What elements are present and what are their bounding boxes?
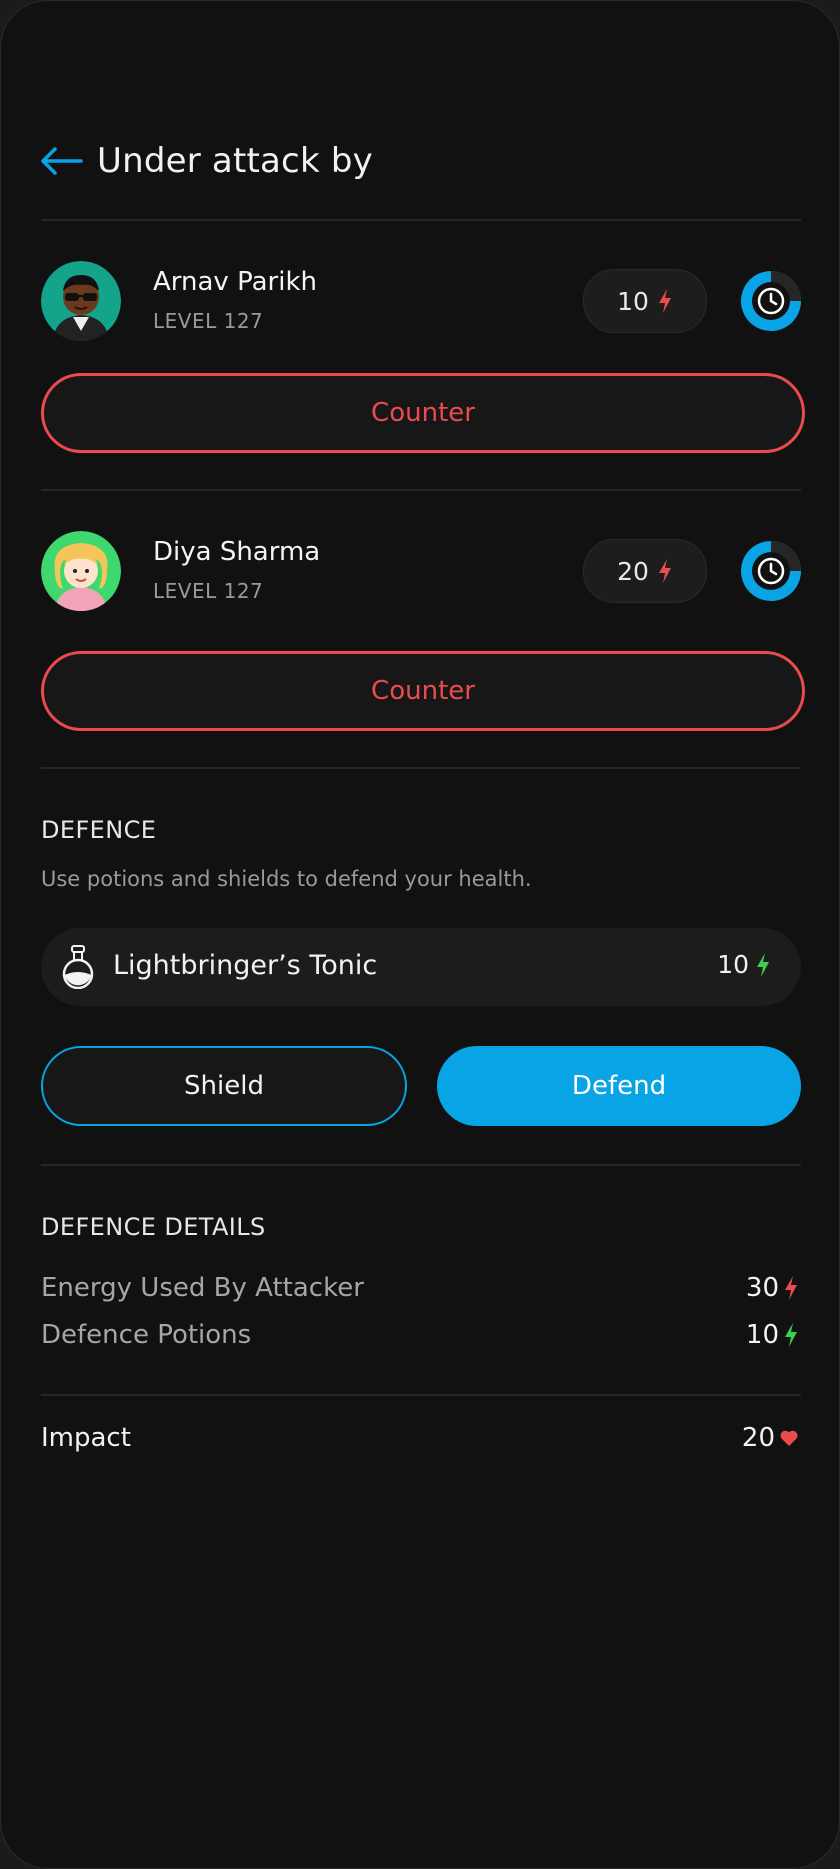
- attack-energy-pill: 10: [583, 269, 707, 333]
- attack-timer: [739, 269, 803, 333]
- detail-value: 10: [746, 1320, 799, 1350]
- potion-name: Lightbringer’s Tonic: [113, 950, 378, 981]
- potion-value: 10: [717, 950, 771, 979]
- attacker-level: LEVEL 127: [153, 309, 264, 333]
- attack-energy-value: 20: [617, 556, 649, 586]
- counter-button[interactable]: Counter: [41, 373, 805, 453]
- impact-row: Impact 20: [41, 1423, 801, 1459]
- attacker-name: Diya Sharma: [153, 537, 321, 567]
- divider: [41, 219, 801, 221]
- counter-button-label: Counter: [371, 676, 475, 706]
- counter-button[interactable]: Counter: [41, 651, 805, 731]
- detail-row: Defence Potions 10: [41, 1320, 801, 1356]
- defence-details-title: DEFENCE DETAILS: [41, 1213, 266, 1241]
- attack-energy-value: 10: [617, 286, 649, 316]
- divider: [41, 767, 801, 769]
- impact-label: Impact: [41, 1423, 131, 1453]
- impact-value: 20: [742, 1423, 799, 1453]
- app-screen: Under attack by Arnav Parikh LEVEL 127 1…: [0, 0, 840, 1869]
- defend-button[interactable]: Defend: [437, 1046, 801, 1126]
- arrow-left-icon: [41, 147, 83, 175]
- detail-label: Defence Potions: [41, 1320, 252, 1350]
- attacker-name: Arnav Parikh: [153, 267, 317, 297]
- avatar: [41, 261, 121, 341]
- detail-row: Energy Used By Attacker 30: [41, 1273, 801, 1309]
- attacker-row: Arnav Parikh LEVEL 127 10: [41, 261, 801, 341]
- attack-energy-pill: 20: [583, 539, 707, 603]
- attack-timer: [739, 539, 803, 603]
- divider: [41, 1164, 801, 1166]
- defence-title: DEFENCE: [41, 816, 157, 844]
- clock-icon: [741, 271, 801, 331]
- counter-button-label: Counter: [371, 398, 475, 428]
- back-button[interactable]: [39, 139, 83, 183]
- divider: [41, 1394, 801, 1396]
- clock-icon: [741, 541, 801, 601]
- header: Under attack by: [39, 139, 373, 183]
- defend-button-label: Defend: [571, 1071, 667, 1101]
- attacker-level: LEVEL 127: [153, 579, 264, 603]
- avatar: [41, 531, 121, 611]
- shield-button[interactable]: Shield: [41, 1046, 407, 1126]
- lightning-bolt-icon: [757, 952, 769, 977]
- lightning-bolt-icon: [785, 1323, 797, 1347]
- lightning-bolt-icon: [658, 289, 671, 313]
- attacker-row: Diya Sharma LEVEL 127 20: [41, 531, 801, 611]
- detail-label: Energy Used By Attacker: [41, 1273, 364, 1303]
- potion-item[interactable]: Lightbringer’s Tonic 10: [41, 928, 801, 1006]
- detail-value: 30: [746, 1273, 799, 1303]
- lightning-bolt-icon: [658, 559, 671, 583]
- impact-value-number: 20: [741, 1423, 775, 1453]
- lightning-bolt-icon: [785, 1276, 797, 1300]
- heart-icon: [780, 1430, 798, 1446]
- potion-flask-icon: [62, 945, 94, 989]
- defence-subtitle: Use potions and shields to defend your h…: [41, 867, 532, 891]
- detail-value-number: 10: [745, 1320, 779, 1350]
- detail-value-number: 30: [745, 1273, 779, 1303]
- shield-button-label: Shield: [184, 1071, 264, 1101]
- divider: [41, 489, 801, 491]
- page-title: Under attack by: [97, 141, 373, 181]
- potion-value-number: 10: [717, 950, 749, 979]
